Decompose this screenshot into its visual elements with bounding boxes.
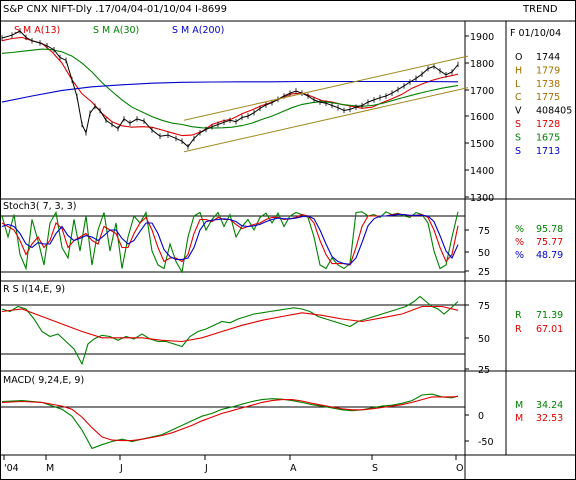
info-key: S: [515, 146, 521, 157]
stoch-key: %: [515, 224, 524, 235]
x-tick-label: '04: [4, 463, 19, 474]
info-key: S: [515, 119, 521, 130]
macd-y-tick: 0: [478, 411, 484, 422]
rsi-key: R: [515, 310, 522, 321]
x-tick-label: M: [46, 463, 54, 474]
stoch-value: 48.79: [536, 250, 563, 261]
x-tick-label: J: [204, 463, 208, 474]
info-key: V: [515, 106, 522, 117]
stoch-label: Stoch3( 7, 3, 3): [3, 201, 77, 212]
stochastic-y-tick: 75: [478, 226, 490, 237]
macd-key: M: [515, 400, 523, 411]
legend-sma30: S M A(30): [93, 25, 139, 36]
macd-key: M: [515, 413, 523, 424]
stoch-value: 75.77: [536, 237, 563, 248]
chart-title: S&P CNX NIFT-Dly .17/04/04-01/10/04 I-86…: [3, 4, 227, 15]
price-y-tick: 1800: [470, 59, 494, 70]
stoch-key: %: [515, 237, 524, 248]
info-key: C: [515, 92, 522, 103]
x-tick-label: O: [456, 463, 463, 474]
price-y-tick: 1300: [470, 193, 494, 204]
info-key: L: [515, 79, 521, 90]
macd-value: 32.53: [536, 413, 563, 424]
technical-chart: S&P CNX NIFT-Dly .17/04/04-01/10/04 I-86…: [0, 0, 576, 480]
price-y-tick: 1900: [470, 32, 494, 43]
info-key: S: [515, 132, 521, 143]
info-value: 1775: [536, 92, 560, 103]
stoch-key: %: [515, 250, 524, 261]
price-y-tick: 1600: [470, 112, 494, 123]
stoch-value: 95.78: [536, 224, 563, 235]
info-key: H: [515, 65, 522, 76]
rsi-y-tick: 75: [478, 301, 490, 312]
info-value: 1675: [536, 132, 560, 143]
info-key: O: [515, 52, 522, 63]
info-value: 1744: [536, 52, 560, 63]
rsi-value: 67.01: [536, 324, 563, 335]
legend-sma13: S M A(13): [14, 25, 60, 36]
x-tick-label: J: [119, 463, 123, 474]
legend-sma200: S M A(200): [172, 25, 224, 36]
price-y-tick: 1500: [470, 139, 494, 150]
stochastic-y-tick: 25: [478, 267, 490, 278]
price-y-tick: 1700: [470, 86, 494, 97]
x-tick-label: S: [372, 463, 378, 474]
trend-label: TREND: [522, 4, 558, 15]
x-tick-label: A: [290, 463, 297, 474]
info-value: 408405: [536, 106, 572, 117]
price-y-tick: 1400: [470, 166, 494, 177]
rsi-label: R S I(14,E, 9): [3, 284, 65, 295]
info-value: 1728: [536, 119, 560, 130]
outer-frame: [0, 0, 576, 480]
rsi-y-tick: 50: [478, 334, 490, 345]
rsi-key: R: [515, 324, 522, 335]
info-value: 1713: [536, 146, 560, 157]
rsi-y-tick: 25: [478, 365, 490, 376]
rsi-value: 71.39: [536, 310, 563, 321]
info-value: 1779: [536, 65, 560, 76]
macd-y-tick: -50: [478, 437, 494, 448]
info-value: 1738: [536, 79, 560, 90]
macd-label: MACD( 9,24,E, 9): [3, 375, 84, 386]
stochastic-y-tick: 50: [478, 248, 490, 259]
info-date: F 01/10/04: [510, 28, 561, 39]
macd-value: 34.24: [536, 400, 563, 411]
chart-window: S&P CNX NIFT-Dly .17/04/04-01/10/04 I-86…: [0, 0, 576, 480]
